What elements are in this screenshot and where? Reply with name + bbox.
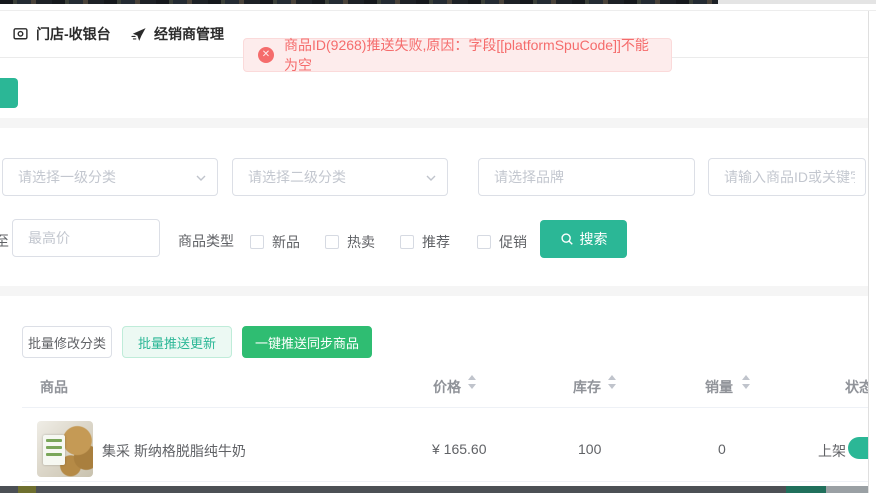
error-toast: ✕ 商品ID(9268)推送失败,原因：字段[[platformSpuCode]… [243,38,672,72]
sort-desc-icon[interactable] [742,384,750,389]
keyword-input-wrap [708,158,866,196]
checkbox-hot-sale[interactable]: 热卖 [325,232,375,252]
product-sales: 0 [718,441,726,457]
error-circle-icon: ✕ [258,47,274,63]
checkbox-recommended[interactable]: 推荐 [400,232,450,252]
section-gap [0,118,868,128]
checkbox-label: 新品 [272,232,300,252]
table-divider [22,407,868,408]
header-product: 商品 [40,377,68,397]
checkbox-box[interactable] [250,235,264,249]
section-gap [0,286,868,296]
tab-dealer-management[interactable]: 经销商管理 [130,11,224,57]
browser-top-edge-sliver-right [718,0,876,4]
header-sales[interactable]: 销量 [705,377,733,397]
max-price-input[interactable] [13,220,159,256]
table-divider [22,481,868,482]
checkbox-box[interactable] [325,235,339,249]
max-price-input-wrap [12,219,160,257]
checkbox-label: 推荐 [422,232,450,252]
category-level1-select-input[interactable] [3,159,217,195]
clipped-image-fragment [18,486,36,493]
product-price: ¥ 165.60 [432,441,487,457]
search-button-label: 搜索 [580,229,608,249]
error-toast-message: 商品ID(9268)推送失败,原因：字段[[platformSpuCode]]不… [284,35,657,75]
product-stock: 100 [578,441,601,457]
sort-desc-icon[interactable] [468,384,476,389]
clipped-green-button[interactable] [0,78,18,108]
one-key-sync-button[interactable]: 一键推送同步商品 [242,326,372,358]
checkbox-box[interactable] [400,235,414,249]
category-level2-select[interactable] [232,158,448,196]
checkbox-label: 促销 [499,232,527,252]
product-thumbnail[interactable] [37,421,93,477]
batch-edit-category-button[interactable]: 批量修改分类 [22,326,112,358]
product-type-label: 商品类型 [178,231,234,251]
sort-asc-icon[interactable] [742,375,750,380]
checkbox-label: 热卖 [347,232,375,252]
keyword-input[interactable] [709,159,865,195]
category-level1-select[interactable] [2,158,218,196]
sort-desc-icon[interactable] [608,384,616,389]
scrollbar-gutter[interactable] [868,11,876,493]
app-screen: 门店-收银台 经销商管理 ✕ 商品ID(9268)推送失败,原因：字段[[pla… [0,0,876,493]
header-stock[interactable]: 库存 [573,377,601,397]
paper-plane-icon [130,26,147,43]
cashier-display-icon [12,26,29,43]
tab-label: 经销商管理 [154,24,224,44]
milk-package-label [43,435,65,465]
search-button[interactable]: 搜索 [540,220,627,258]
batch-push-update-button[interactable]: 批量推送更新 [122,326,232,358]
checkbox-new-product[interactable]: 新品 [250,232,300,252]
tab-store-cashier[interactable]: 门店-收银台 [12,11,111,57]
brand-input[interactable] [479,159,694,195]
sort-asc-icon[interactable] [608,375,616,380]
checkbox-box[interactable] [477,235,491,249]
clipped-image-fragment [786,486,826,493]
header-price[interactable]: 价格 [433,377,461,397]
clipped-image-fragment [826,486,868,493]
clipped-next-row-sliver [0,486,868,493]
product-name[interactable]: 集采 斯纳格脱脂纯牛奶 [102,441,246,461]
sort-asc-icon[interactable] [468,375,476,380]
search-icon [560,232,574,246]
product-status-label: 上架 [818,441,846,461]
tab-label: 门店-收银台 [36,24,111,44]
category-level2-select-input[interactable] [233,159,447,195]
brand-input-wrap [478,158,695,196]
checkbox-promotion[interactable]: 促销 [477,232,527,252]
price-range-to-label: 至 [0,231,9,251]
